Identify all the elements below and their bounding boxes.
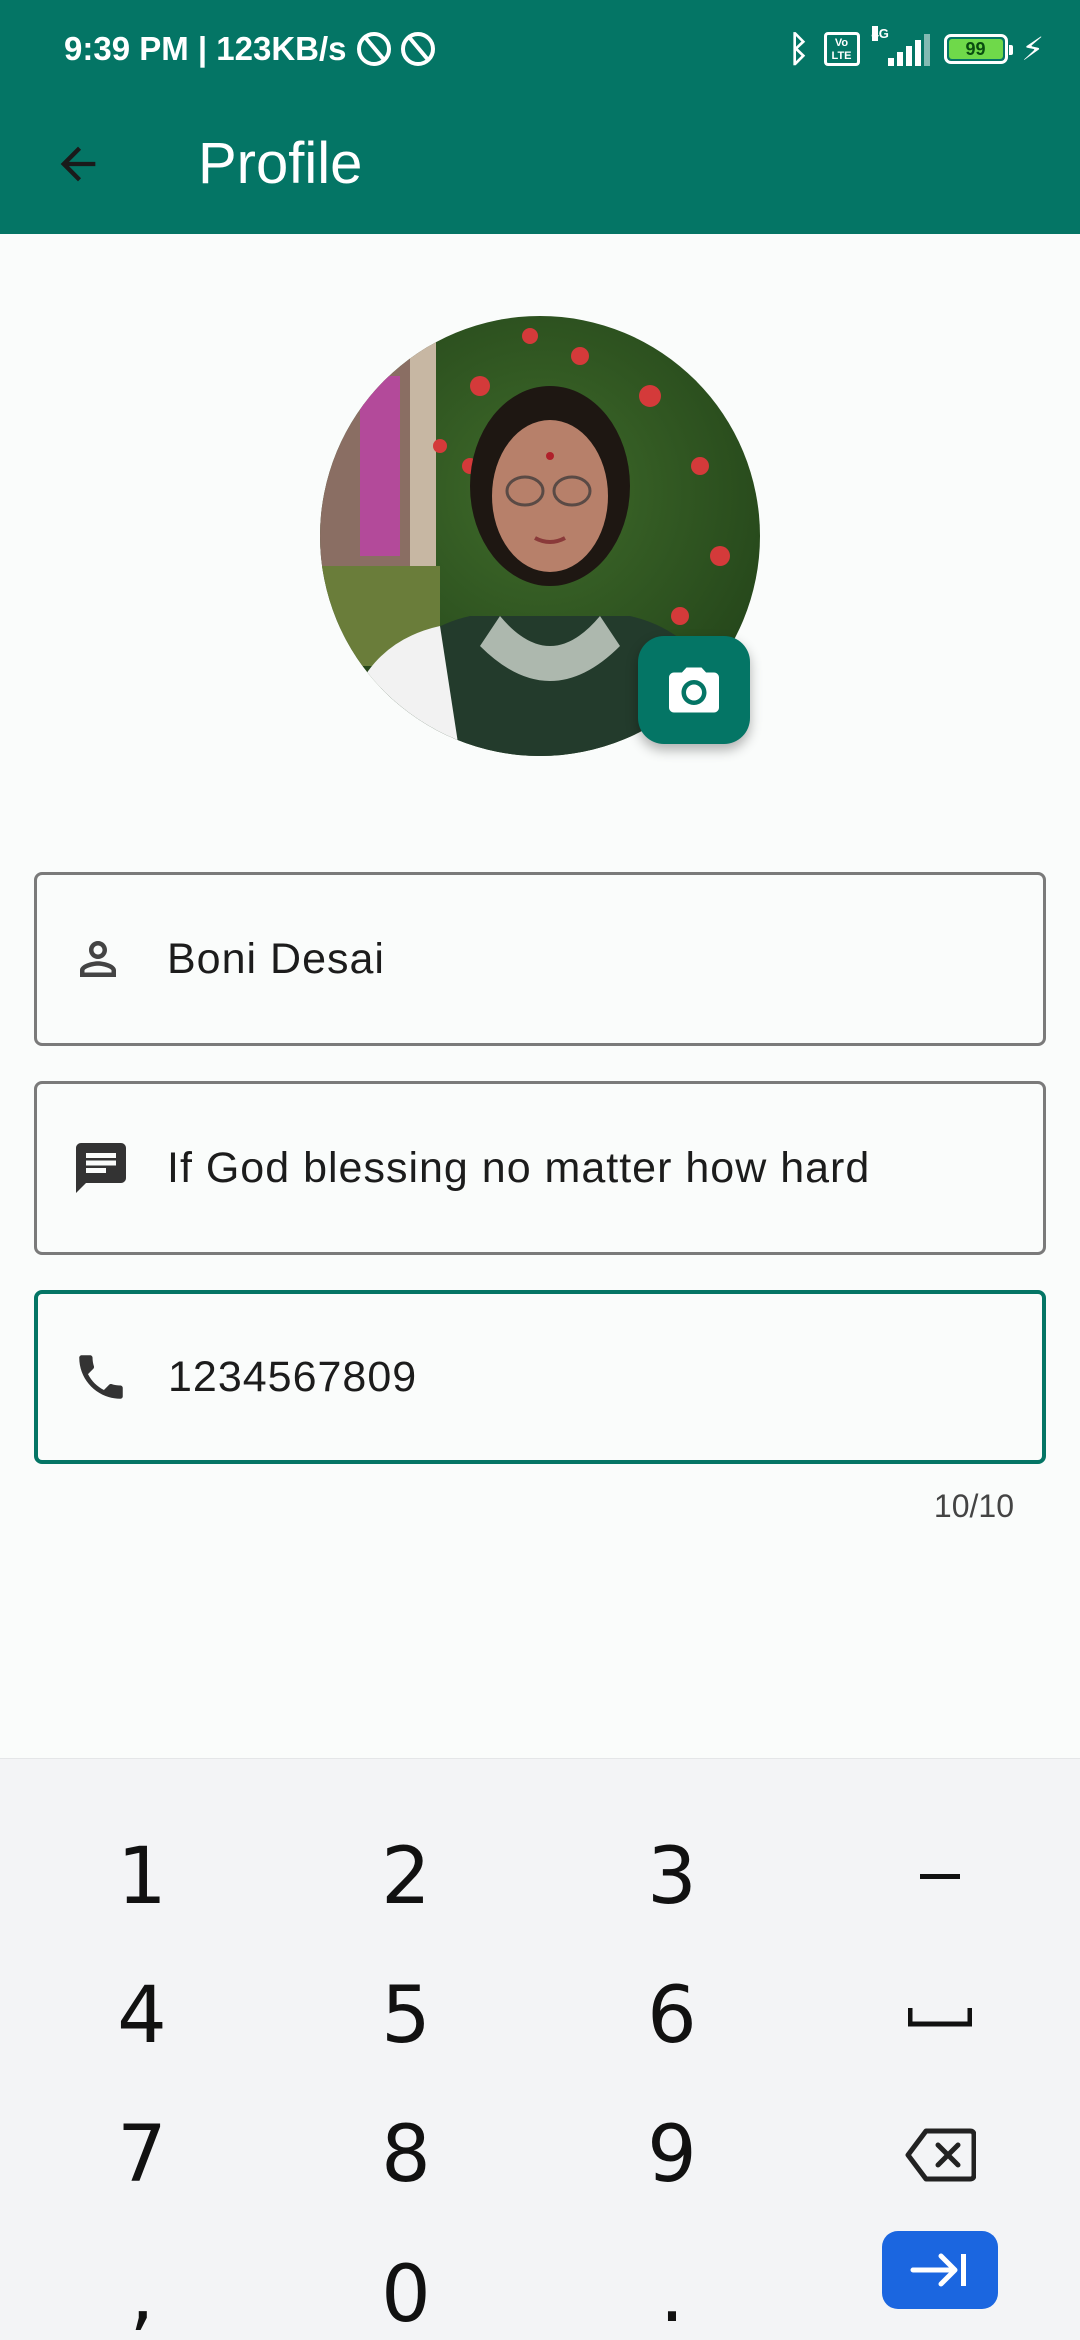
charging-icon: ⚡ [1021, 31, 1044, 67]
space-icon [908, 2008, 972, 2027]
app-header: 9:39 PM | 123KB/s ᛒ Vo LTE 4G 99 ⚡ Profi… [0, 0, 1080, 234]
sync-off-icon [400, 32, 435, 66]
page-title: Profile [198, 131, 363, 196]
phone-field[interactable]: 1234567809 [34, 1290, 1046, 1464]
battery-icon: 99 [943, 34, 1013, 64]
key-period[interactable]: . [572, 2235, 772, 2340]
key-8[interactable]: 8 [306, 2095, 506, 2215]
key-2[interactable]: 2 [306, 1817, 506, 1937]
key-backspace[interactable] [840, 2095, 1040, 2215]
backspace-icon [905, 2128, 976, 2182]
battery-level: 99 [948, 39, 1003, 59]
key-0[interactable]: 0 [306, 2235, 506, 2340]
key-6[interactable]: 6 [572, 1956, 772, 2076]
key-dash[interactable]: - [840, 1817, 1040, 1937]
key-7[interactable]: 7 [42, 2095, 242, 2215]
message-icon [76, 1143, 126, 1193]
name-value: Boni Desai [167, 934, 385, 983]
phone-icon [79, 1355, 123, 1399]
change-photo-button[interactable] [638, 636, 750, 744]
volte-icon: Vo LTE [823, 32, 860, 66]
back-button[interactable] [36, 122, 120, 206]
phone-value: 1234567809 [168, 1352, 418, 1401]
camera-icon [669, 667, 719, 713]
app-bar: Profile [0, 100, 1080, 234]
person-icon [80, 941, 116, 977]
status-time: 9:39 PM | 123KB/s [64, 30, 347, 67]
key-4[interactable]: 4 [42, 1956, 242, 2076]
about-value: If God blessing no matter how hard [167, 1143, 871, 1192]
key-space[interactable] [840, 1956, 1040, 2076]
data-saver-icon [356, 32, 391, 66]
bluetooth-icon: ᛒ [787, 28, 810, 69]
arrow-back-icon [60, 146, 96, 182]
name-field[interactable]: Boni Desai [34, 872, 1046, 1046]
key-5[interactable]: 5 [306, 1956, 506, 2076]
dash-icon [920, 1874, 960, 1879]
key-9[interactable]: 9 [572, 2095, 772, 2215]
character-counter: 10/10 [933, 1488, 1014, 1524]
tab-next-icon [910, 2253, 966, 2287]
key-1[interactable]: 1 [42, 1817, 242, 1937]
about-field[interactable]: If God blessing no matter how hard [34, 1081, 1046, 1255]
status-bar: 9:39 PM | 123KB/s ᛒ Vo LTE 4G 99 ⚡ [0, 0, 1080, 100]
signal-icon: 4G [871, 26, 930, 66]
key-3[interactable]: 3 [572, 1817, 772, 1937]
key-comma[interactable]: , [42, 2235, 242, 2340]
enter-key[interactable] [882, 2231, 998, 2309]
network-type: 4G [871, 26, 889, 41]
